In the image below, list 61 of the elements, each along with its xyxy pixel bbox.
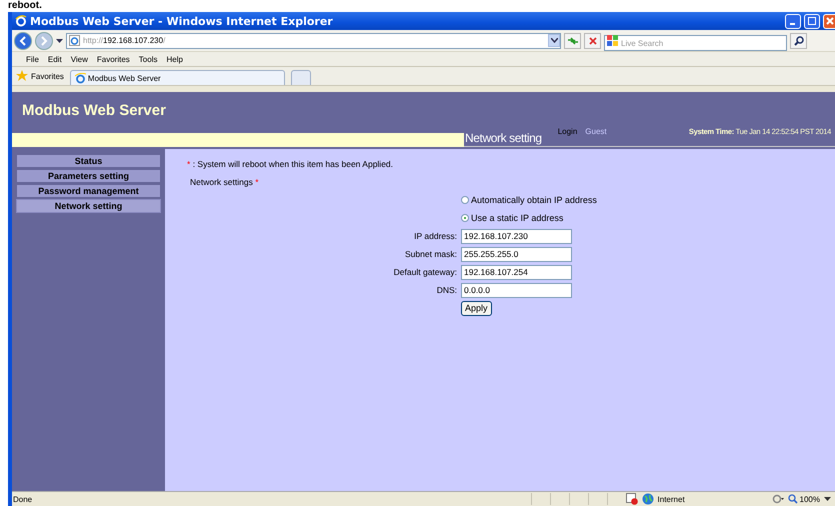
group-label: Network settings — [190, 177, 253, 187]
caption-text: reboot. — [8, 0, 42, 11]
star-icon — [16, 70, 28, 82]
browser-logo-icon — [74, 72, 86, 84]
menu-item[interactable]: Edit — [48, 54, 62, 64]
sidebar-item[interactable]: Network setting — [17, 200, 160, 212]
menu-item[interactable]: View — [70, 54, 88, 64]
stop-button[interactable] — [584, 32, 601, 48]
magnifier-icon — [788, 494, 798, 504]
menu-item[interactable]: Tools — [138, 54, 158, 64]
reboot-note: : System will reboot when this item has been Applied. — [192, 159, 394, 169]
close-icon — [588, 36, 598, 46]
search-button[interactable] — [790, 32, 807, 48]
status-text: Done — [12, 494, 32, 504]
globe-icon — [642, 493, 654, 505]
back-button[interactable] — [14, 32, 32, 50]
chevron-down-icon — [550, 38, 558, 43]
required-mark: * — [187, 159, 190, 169]
section-title: Network setting — [465, 131, 542, 145]
apply-button[interactable]: Apply — [461, 300, 492, 316]
sidebar-item[interactable]: Password management — [17, 185, 160, 197]
blocked-icon — [626, 493, 638, 505]
sidebar-item[interactable]: Status — [17, 155, 160, 167]
field-label: Subnet mask: — [404, 249, 457, 259]
maximize-button[interactable] — [804, 14, 820, 28]
radio-option[interactable]: Automatically obtain IP address — [461, 195, 835, 205]
caret-icon[interactable] — [824, 497, 831, 501]
field-label: IP address: — [413, 231, 457, 241]
site-title: Modbus Web Server — [22, 102, 166, 119]
close-icon — [826, 17, 834, 25]
login-link[interactable]: Login — [558, 127, 578, 145]
required-mark: * — [255, 177, 259, 187]
input-field[interactable]: 0.0.0.0 — [461, 282, 572, 298]
browser-logo-icon — [15, 15, 27, 27]
menu-item[interactable]: File — [26, 54, 39, 64]
favorites-button[interactable]: Favorites — [16, 70, 64, 82]
window-title: Modbus Web Server - Windows Internet Explorer — [30, 14, 333, 28]
menu-item[interactable]: Favorites — [96, 54, 130, 64]
menu-item[interactable]: Help — [166, 54, 183, 64]
sidebar-item[interactable]: Parameters setting — [17, 170, 160, 182]
minimize-button[interactable] — [785, 14, 801, 28]
zoom-button[interactable]: 100% — [788, 494, 820, 504]
windows-flag-icon — [607, 35, 618, 46]
browser-tab[interactable]: Modbus Web Server — [70, 70, 285, 85]
field-label: Default gateway: — [392, 267, 457, 277]
address-field[interactable]: http://192.168.107.230/ — [66, 32, 561, 48]
input-field[interactable]: 192.168.107.230 — [461, 228, 572, 244]
input-field[interactable]: 255.255.255.0 — [461, 246, 572, 262]
dropdown-caret-icon[interactable] — [56, 38, 63, 42]
refresh-icon — [566, 36, 578, 46]
maximize-icon — [808, 17, 816, 25]
radio-option[interactable]: Use a static IP address — [461, 213, 835, 223]
user-name: Guest — [585, 127, 607, 138]
search-field[interactable]: Live Search — [604, 35, 787, 51]
field-label: DNS: — [436, 285, 457, 295]
page-icon — [69, 35, 80, 46]
zone-label: Internet — [658, 494, 686, 504]
close-button[interactable] — [823, 14, 835, 28]
search-icon — [794, 36, 804, 46]
input-field[interactable]: 192.168.107.254 — [461, 264, 572, 280]
address-dropdown-button[interactable] — [548, 34, 560, 47]
